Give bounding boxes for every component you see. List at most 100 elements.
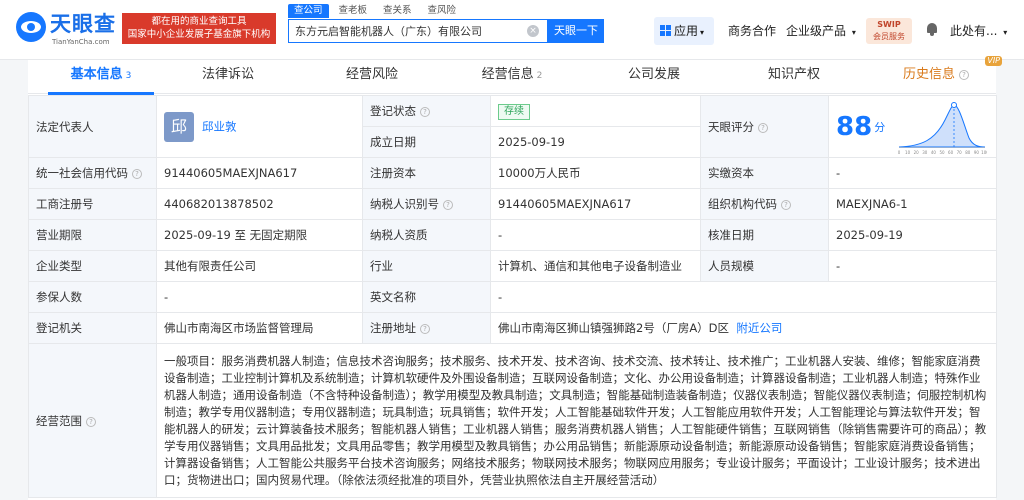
paid-capital-value: -: [828, 157, 997, 189]
score-axis-tick: 70: [957, 150, 963, 155]
scope-value: 一般项目：服务消费机器人制造；信息技术咨询服务；技术服务、技术开发、技术咨询、技…: [156, 343, 997, 498]
status-badge: 存续: [498, 103, 530, 120]
help-icon[interactable]: ?: [86, 416, 96, 427]
tab-count: 3: [125, 71, 132, 81]
english-name-label: 英文名称: [362, 281, 491, 313]
company-type-value: 其他有限责任公司: [156, 250, 363, 282]
score-value: 88: [836, 111, 873, 142]
tab-label: 经营信息: [481, 67, 534, 82]
found-date-value: 2025-09-19: [490, 126, 701, 158]
banner-line-2: 国家中小企业发展子基金旗下机构: [127, 29, 271, 40]
logo-domain: TianYanCha.com: [52, 38, 110, 46]
org-code-value: MAEXJNA6-1: [828, 188, 997, 220]
help-icon[interactable]: ?: [420, 107, 430, 117]
legal-rep-link[interactable]: 邱业敦: [202, 119, 237, 133]
score-distribution-chart: 0 102030405060708090100: [898, 102, 987, 155]
insured-value: -: [156, 281, 363, 313]
score-unit: 分: [874, 120, 886, 134]
logo-name: 天眼查: [50, 12, 116, 36]
score-cell: 88分 0 102030405060708090100: [828, 95, 997, 158]
logo[interactable]: 天眼查 TianYanCha.com: [16, 10, 120, 50]
svip-label: SWIP: [877, 20, 901, 29]
section-tabs: 基本信息 3 法律诉讼 经营风险 经营信息 2 公司发展 知识产权 历史信息? VIP: [28, 56, 1002, 95]
tab-label: 历史信息: [902, 67, 955, 82]
score-axis-tick: 90: [974, 150, 980, 155]
nav-enterprise[interactable]: 企业级产品 ▾: [786, 17, 856, 45]
apps-label: 应用: [674, 24, 699, 38]
staff-size-value: -: [828, 250, 997, 282]
user-name: 此处有...: [950, 24, 998, 38]
chevron-down-icon: ▾: [851, 28, 856, 37]
score-axis-tick: 40: [931, 150, 937, 155]
score-label: 天眼评分?: [700, 95, 829, 158]
promo-banner[interactable]: 都在用的商业查询工具 国家中小企业发展子基金旗下机构: [122, 13, 276, 44]
taxpayer-id-label: 纳税人识别号?: [362, 188, 491, 220]
staff-size-label: 人员规模: [700, 250, 829, 282]
tab-ip[interactable]: 知识产权: [734, 60, 854, 94]
nav-enterprise-label: 企业级产品: [786, 24, 847, 38]
search-tab-boss[interactable]: 查老板: [333, 4, 374, 18]
help-icon[interactable]: ?: [758, 122, 768, 133]
search-type-tabs: 查公司 查老板 查关系 查风险: [288, 4, 462, 18]
company-type-label: 企业类型: [28, 250, 157, 282]
banner-line-1: 都在用的商业查询工具: [151, 16, 247, 27]
search-tab-company[interactable]: 查公司: [288, 4, 329, 18]
paid-capital-label: 实缴资本: [700, 157, 829, 189]
nav-business[interactable]: 商务合作: [728, 17, 776, 45]
tab-litigation[interactable]: 法律诉讼: [174, 60, 282, 94]
search-tab-relation[interactable]: 查关系: [377, 4, 418, 18]
bell-icon[interactable]: [926, 23, 938, 36]
help-icon[interactable]: ?: [132, 169, 142, 179]
reg-capital-value: 10000万人民币: [490, 157, 701, 189]
score-axis-tick: 0: [898, 150, 901, 155]
biz-reg-no-label: 工商注册号: [28, 188, 157, 220]
legal-rep-cell: 邱邱业敦: [156, 95, 363, 158]
search-tab-risk[interactable]: 查风险: [422, 4, 463, 18]
tab-development[interactable]: 公司发展: [594, 60, 714, 94]
tab-operating-info[interactable]: 经营信息 2: [452, 60, 572, 94]
scope-label: 经营范围?: [28, 343, 157, 498]
tab-basic-info[interactable]: 基本信息 3: [28, 60, 174, 95]
reg-capital-label: 注册资本: [362, 157, 491, 189]
score-axis-tick: 60: [948, 150, 954, 155]
company-info-panel: 基本信息 3 法律诉讼 经营风险 经营信息 2 公司发展 知识产权 历史信息? VIP…: [28, 56, 1002, 500]
credit-code-label: 统一社会信用代码?: [28, 157, 157, 189]
reg-address-value: 佛山市南海区狮山镇强狮路2号（厂房A）D区: [498, 321, 730, 335]
tab-operating-risk[interactable]: 经营风险: [312, 60, 432, 94]
insured-label: 参保人数: [28, 281, 157, 313]
credit-code-value: 91440605MAEXJNA617: [156, 157, 363, 189]
reg-address-label: 注册地址?: [362, 312, 491, 344]
score-axis-tick: 100: [981, 150, 987, 155]
industry-label: 行业: [362, 250, 491, 282]
avatar[interactable]: 邱: [164, 111, 194, 142]
help-icon[interactable]: ?: [781, 200, 791, 210]
vip-tag: VIP: [985, 56, 1002, 66]
grid-icon: [660, 25, 671, 36]
help-icon[interactable]: ?: [420, 324, 430, 334]
svip-badge[interactable]: SWIP 会员服务: [866, 18, 912, 44]
term-label: 营业期限: [28, 219, 157, 251]
apps-menu[interactable]: 应用 ▾: [654, 17, 714, 45]
reg-authority-value: 佛山市南海区市场监督管理局: [156, 312, 363, 344]
search-input[interactable]: [289, 20, 519, 42]
clear-icon[interactable]: ×: [527, 25, 539, 37]
nearby-companies-link[interactable]: 附近公司: [736, 321, 782, 335]
user-menu[interactable]: 此处有... ▾: [950, 17, 1007, 45]
tab-label: 经营风险: [345, 67, 398, 82]
eye-logo-icon: [16, 12, 46, 42]
score-axis-tick: 20: [914, 150, 920, 155]
approval-date-value: 2025-09-19: [828, 219, 997, 251]
tab-count: 2: [536, 71, 543, 81]
approval-date-label: 核准日期: [700, 219, 829, 251]
taxpayer-qual-value: -: [490, 219, 701, 251]
tab-history[interactable]: 历史信息? VIP: [876, 56, 1002, 94]
tab-label: 基本信息: [70, 67, 123, 82]
reg-status-cell: 存续: [490, 95, 701, 127]
taxpayer-id-value: 91440605MAEXJNA617: [490, 188, 701, 220]
english-name-value: -: [490, 281, 997, 313]
search-button[interactable]: 天眼一下: [548, 19, 604, 43]
top-header: 天眼查 TianYanCha.com 都在用的商业查询工具 国家中小企业发展子基…: [0, 0, 1024, 60]
legal-rep-label: 法定代表人: [28, 95, 157, 158]
tab-label: 法律诉讼: [201, 67, 254, 82]
help-icon[interactable]: ?: [443, 200, 453, 210]
